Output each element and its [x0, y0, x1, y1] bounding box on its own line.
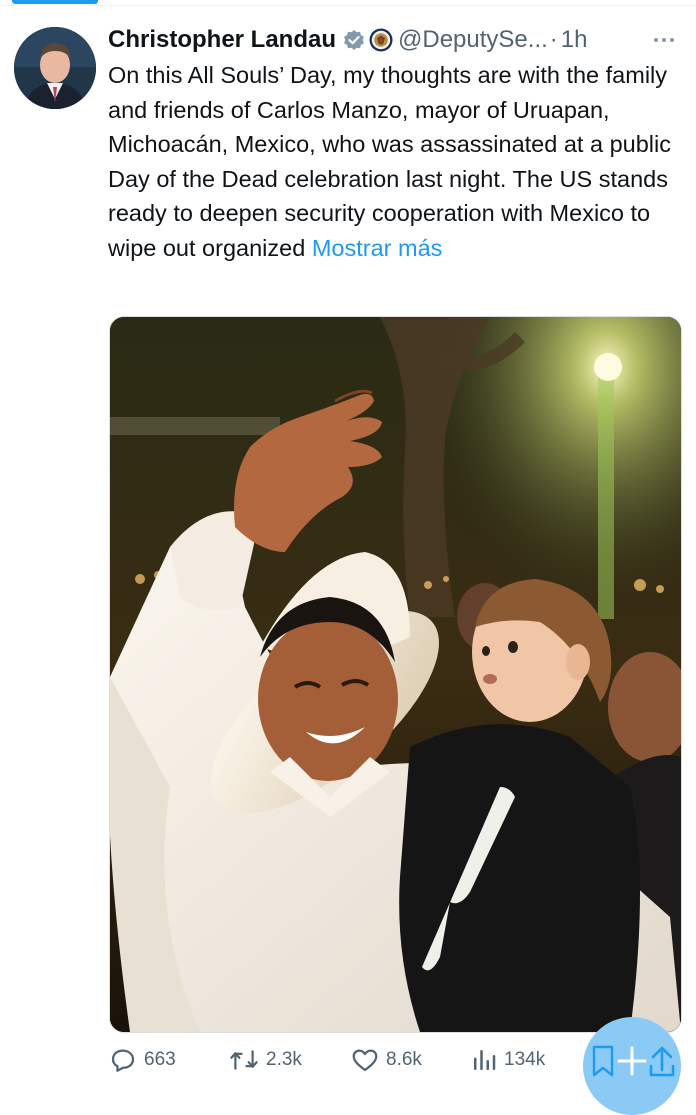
author-display-name[interactable]: Christopher Landau	[108, 26, 336, 54]
state-department-seal-icon[interactable]	[369, 28, 393, 52]
views-button[interactable]: 134k	[470, 1040, 545, 1080]
more-options-icon[interactable]	[654, 36, 680, 44]
separator-dot: ·	[549, 26, 558, 53]
loading-progress-bar	[12, 0, 98, 4]
tweet-timestamp[interactable]: 1h	[561, 26, 588, 54]
like-button[interactable]: 8.6k	[350, 1040, 422, 1080]
show-more-link[interactable]: Mostrar más	[312, 235, 443, 261]
retweet-button[interactable]: 2.3k	[228, 1040, 302, 1080]
tweet-body: On this All Souls’ Day, my thoughts are …	[108, 62, 671, 261]
verified-gray-badge-icon[interactable]	[343, 29, 365, 51]
like-count: 8.6k	[386, 1049, 422, 1070]
tweet-text: On this All Souls’ Day, my thoughts are …	[108, 58, 688, 265]
retweet-icon	[230, 1050, 258, 1070]
reply-count: 663	[144, 1049, 176, 1070]
avatar[interactable]	[14, 27, 96, 109]
reply-icon	[111, 1049, 135, 1072]
retweet-count: 2.3k	[266, 1049, 302, 1070]
views-count: 134k	[504, 1049, 546, 1070]
share-icon[interactable]	[649, 1046, 675, 1077]
like-icon	[352, 1049, 378, 1072]
tweet-header: Christopher Landau @DeputySe... · 1h	[108, 22, 682, 58]
reply-button[interactable]: 663	[108, 1040, 176, 1080]
author-handle[interactable]: @DeputySe...	[398, 26, 548, 54]
top-divider	[0, 5, 696, 6]
bookmark-icon[interactable]	[592, 1045, 614, 1077]
bookmark-share-group	[590, 1044, 680, 1078]
views-icon	[474, 1050, 496, 1070]
tweet-photo[interactable]	[109, 316, 682, 1033]
plus-icon[interactable]	[617, 1046, 647, 1076]
